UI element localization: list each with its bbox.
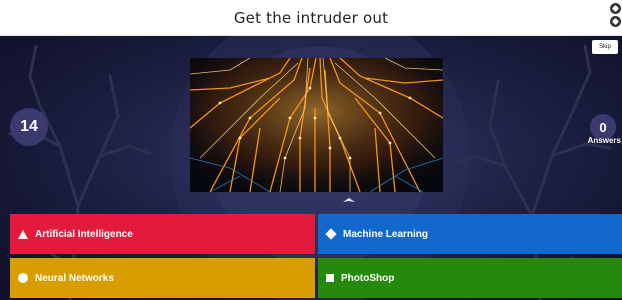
skip-button[interactable]: Skip	[592, 40, 618, 54]
circle-icon	[18, 273, 28, 283]
answers-label: Answers	[587, 136, 621, 145]
answer-option-yellow[interactable]: Neural Networks	[10, 258, 315, 298]
triangle-icon	[18, 229, 28, 239]
diamond-icon	[325, 228, 337, 240]
answer-option-green[interactable]: PhotoShop	[318, 258, 622, 298]
settings-icon[interactable]	[609, 3, 621, 14]
answer-option-red[interactable]: Artificial Intelligence	[10, 214, 315, 254]
answer-option-blue[interactable]: Machine Learning	[318, 214, 622, 254]
answer-grid: Artificial Intelligence Machine Learning…	[10, 214, 622, 300]
answer-label: Artificial Intelligence	[35, 228, 133, 240]
question-image	[190, 58, 443, 192]
game-stage: Skip 14 0 Answers Artificial Intelligenc…	[0, 36, 622, 300]
answer-label: PhotoShop	[341, 272, 395, 284]
answer-label: Machine Learning	[343, 228, 429, 240]
answer-label: Neural Networks	[35, 272, 114, 284]
countdown-timer: 14	[10, 108, 48, 146]
question-title: Get the intruder out	[233, 8, 389, 27]
square-icon	[326, 274, 334, 282]
options-icon[interactable]	[609, 16, 621, 27]
header-bar: Get the intruder out	[0, 0, 622, 36]
circuit-image	[190, 58, 443, 192]
corner-controls	[608, 3, 622, 27]
